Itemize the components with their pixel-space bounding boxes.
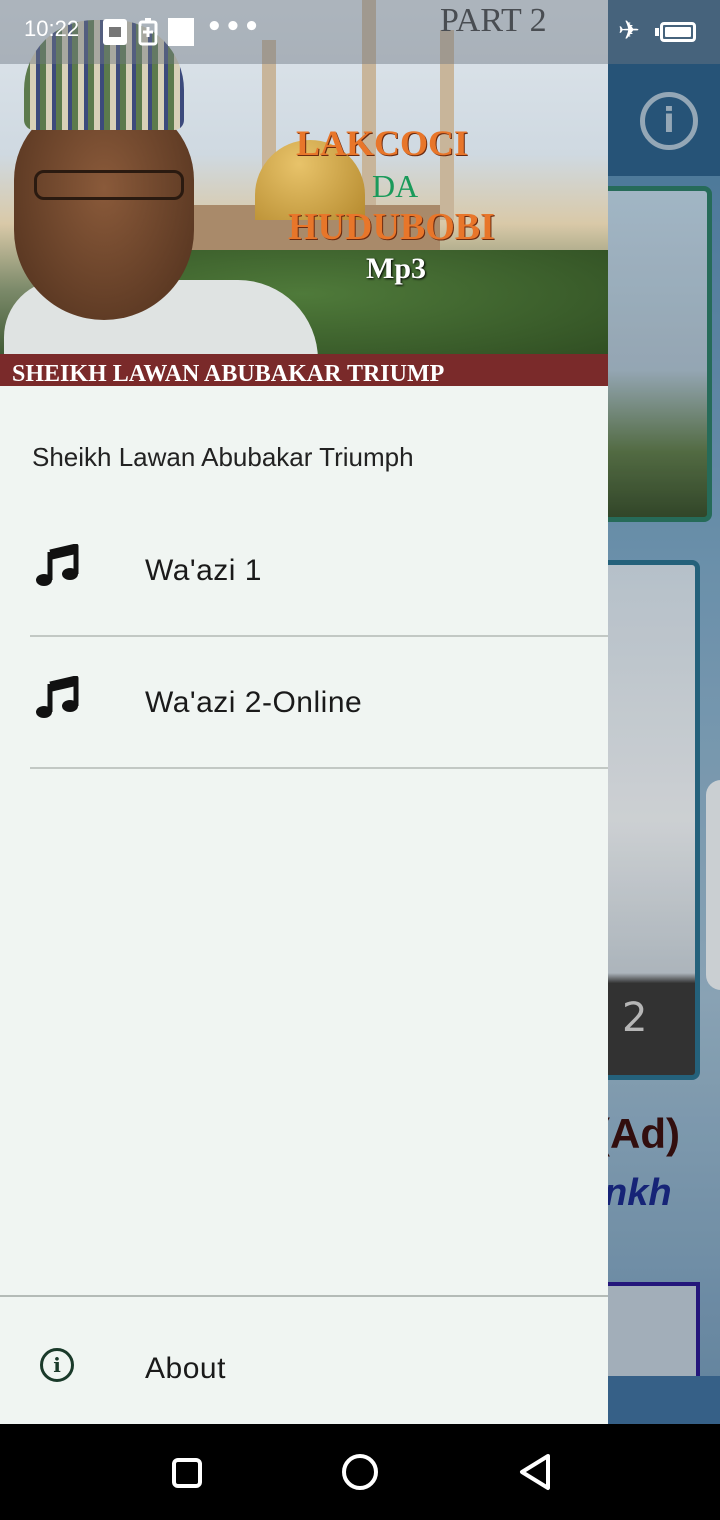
header-title-line3: HUDUBOBI xyxy=(288,206,495,248)
sheikh-portrait xyxy=(4,20,318,360)
screenshot-icon xyxy=(102,18,128,52)
status-time: 10:22 xyxy=(24,16,80,41)
glasses xyxy=(34,170,184,200)
header-title-line4: Mp3 xyxy=(366,252,426,285)
header-banner: SHEIKH LAWAN ABUBAKAR TRIUMP xyxy=(0,354,608,386)
footer-divider xyxy=(0,1295,608,1297)
battery-saver-icon xyxy=(138,18,158,52)
face xyxy=(14,100,194,320)
menu-item-waazi-1[interactable]: Wa'azi 1 xyxy=(0,504,608,636)
header-title-line1: LAKCOCI xyxy=(296,123,469,163)
recents-icon[interactable] xyxy=(172,1458,202,1488)
about-label: About xyxy=(145,1352,226,1385)
menu-item-label: Wa'azi 1 xyxy=(145,554,262,587)
menu-item-about[interactable]: i About xyxy=(0,1300,608,1424)
more-dots-icon: ••• xyxy=(206,12,262,42)
menu-item-label: Wa'azi 2-Online xyxy=(145,686,363,719)
back-icon[interactable] xyxy=(516,1452,556,1492)
notification-square-icon xyxy=(168,18,194,46)
header-title-line2: DA xyxy=(372,168,419,204)
airplane-icon: ✈ xyxy=(618,16,640,46)
home-icon[interactable] xyxy=(342,1454,378,1490)
menu-item-waazi-2-online[interactable]: Wa'azi 2-Online xyxy=(0,636,608,768)
status-bar: 10:22 ••• ✈ xyxy=(0,0,720,64)
navigation-drawer: PART 2 LAKCOCI DA HUDUBOBI Mp3 SHEIKH LA… xyxy=(0,0,608,1424)
menu-divider xyxy=(30,767,608,769)
drawer-subtitle: Sheikh Lawan Abubakar Triumph xyxy=(32,442,414,472)
system-navigation-bar xyxy=(0,1424,720,1520)
info-icon: i xyxy=(40,1348,74,1382)
music-note-icon xyxy=(36,675,80,720)
battery-icon xyxy=(660,22,696,42)
battery-tip xyxy=(655,28,659,36)
music-note-icon xyxy=(36,543,80,588)
